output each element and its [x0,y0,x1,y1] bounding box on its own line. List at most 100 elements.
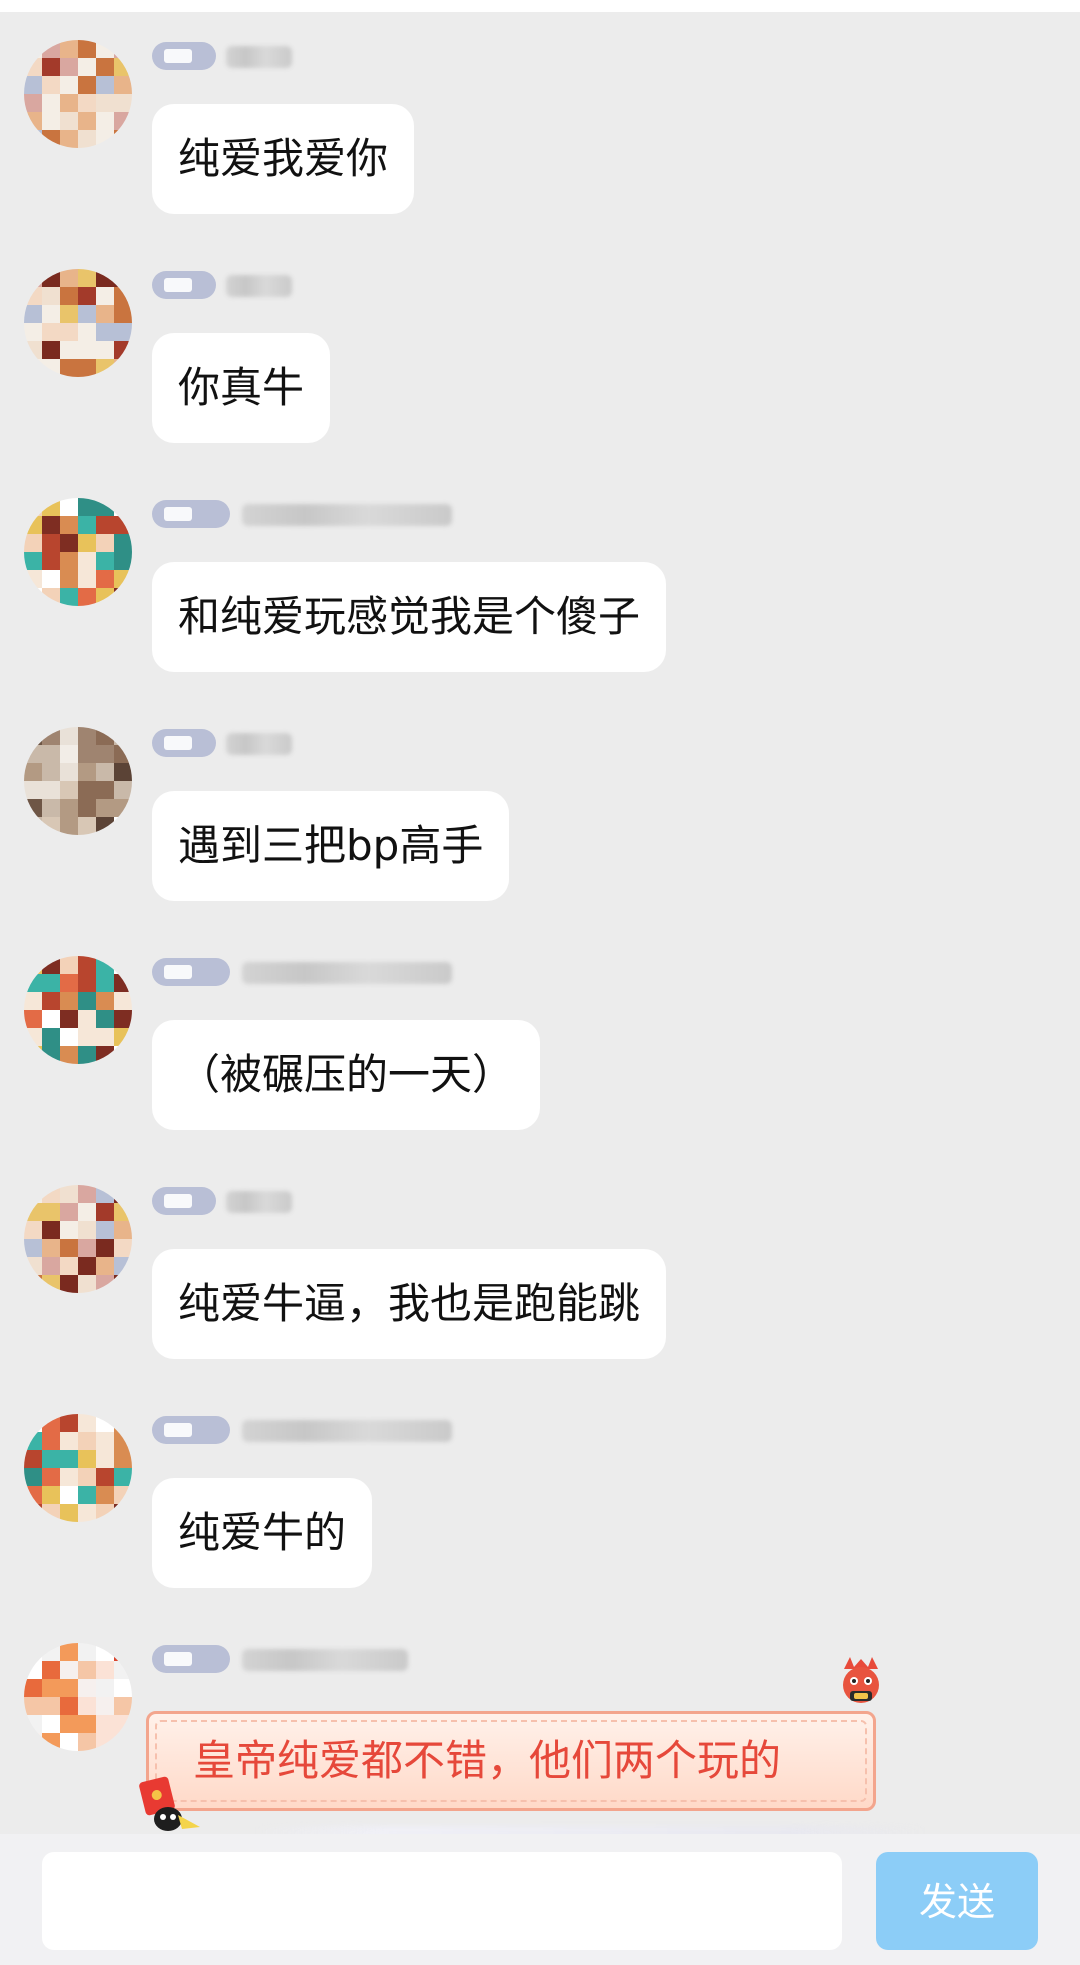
avatar-pixel [24,1046,42,1064]
sender-name-redacted [226,733,292,755]
dragon-sticker-icon [843,1657,879,1703]
avatar-pixel [96,974,114,992]
avatar[interactable] [24,1643,132,1751]
avatar-pixel [78,745,96,763]
avatar-pixel [114,305,132,323]
avatar-pixel [96,745,114,763]
avatar-pixel [42,1414,60,1432]
avatar-pixel [24,799,42,817]
avatar-pixel [60,1046,78,1064]
member-badge [152,729,216,757]
avatar-pixel [24,287,42,305]
avatar-pixel [78,1028,96,1046]
avatar-pixel [96,359,114,377]
avatar-pixel [24,130,42,148]
avatar-pixel [114,498,132,516]
avatar-pixel [96,1432,114,1450]
avatar-pixel [78,112,96,130]
avatar-pixel [24,552,42,570]
avatar-pixel [42,1257,60,1275]
avatar-pixel [60,534,78,552]
avatar[interactable] [24,1185,132,1293]
avatar-pixel [78,1010,96,1028]
special-message-bubble[interactable]: 皇帝纯爱都不错，他们两个玩的 [146,1711,876,1811]
message-input[interactable] [42,1852,842,1950]
avatar-pixel [114,1715,132,1733]
chat-message-list[interactable]: 纯爱我爱你 你真牛 和纯爱玩感觉我是个傻子 遇到三把bp高手 （被碾压的一天） … [0,12,1080,1834]
avatar-pixel [60,359,78,377]
avatar-pixel [114,112,132,130]
avatar-pixel [42,1733,60,1751]
sender-name-redacted [226,46,292,68]
message-bubble[interactable]: （被碾压的一天） [152,1020,541,1130]
message-bubble[interactable]: 纯爱我爱你 [152,104,415,214]
avatar[interactable] [24,727,132,835]
message-bubble[interactable]: 纯爱牛的 [152,1478,373,1588]
avatar-pixel [42,1221,60,1239]
avatar-pixel [42,992,60,1010]
avatar-pixel [60,1203,78,1221]
avatar-pixel [78,269,96,287]
avatar-pixel [96,516,114,534]
avatar-pixel [42,956,60,974]
avatar[interactable] [24,1414,132,1522]
avatar-pixel [60,1504,78,1522]
avatar-pixel [114,745,132,763]
sender-name-redacted [242,504,452,526]
message-row: 纯爱牛逼，我也是跑能跳 [0,1157,1080,1386]
avatar-pixel [114,1028,132,1046]
avatar-pixel [24,781,42,799]
avatar-pixel [60,498,78,516]
avatar[interactable] [24,498,132,606]
avatar-pixel [96,956,114,974]
avatar[interactable] [24,269,132,377]
avatar-pixel [24,269,42,287]
avatar-pixel [96,763,114,781]
member-badge [152,42,216,70]
avatar-pixel [42,727,60,745]
avatar-pixel [114,1414,132,1432]
red-packet-sticker-icon [139,1776,200,1831]
avatar-pixel [114,130,132,148]
avatar-pixel [42,94,60,112]
avatar-pixel [114,992,132,1010]
avatar-pixel [60,992,78,1010]
avatar-pixel [42,552,60,570]
avatar-pixel [78,305,96,323]
sender-name-redacted [242,1420,452,1442]
message-bubble[interactable]: 纯爱牛逼，我也是跑能跳 [152,1249,667,1359]
avatar-pixel [114,1679,132,1697]
avatar-pixel [78,1697,96,1715]
avatar-pixel [78,1679,96,1697]
avatar-pixel [78,323,96,341]
avatar-pixel [96,323,114,341]
avatar-pixel [24,817,42,835]
avatar-pixel [114,58,132,76]
avatar-pixel [24,1432,42,1450]
avatar-pixel [24,1679,42,1697]
avatar-pixel [78,781,96,799]
message-bubble[interactable]: 你真牛 [152,333,331,443]
avatar-pixel [24,1028,42,1046]
avatar-pixel [42,817,60,835]
avatar[interactable] [24,956,132,1064]
send-button[interactable]: 发送 [876,1852,1038,1950]
avatar-pixel [96,534,114,552]
avatar-pixel [42,1697,60,1715]
avatar-pixel [78,40,96,58]
avatar-pixel [114,781,132,799]
message-bubble[interactable]: 和纯爱玩感觉我是个傻子 [152,562,667,672]
avatar-pixel [24,94,42,112]
avatar-pixel [78,727,96,745]
avatar-pixel [78,287,96,305]
avatar-pixel [114,588,132,606]
message-bubble[interactable]: 遇到三把bp高手 [152,791,510,901]
avatar-pixel [60,570,78,588]
avatar-pixel [96,1414,114,1432]
avatar-pixel [96,130,114,148]
avatar-pixel [78,1239,96,1257]
avatar[interactable] [24,40,132,148]
avatar-pixel [24,1414,42,1432]
avatar-pixel [60,799,78,817]
avatar-pixel [42,498,60,516]
